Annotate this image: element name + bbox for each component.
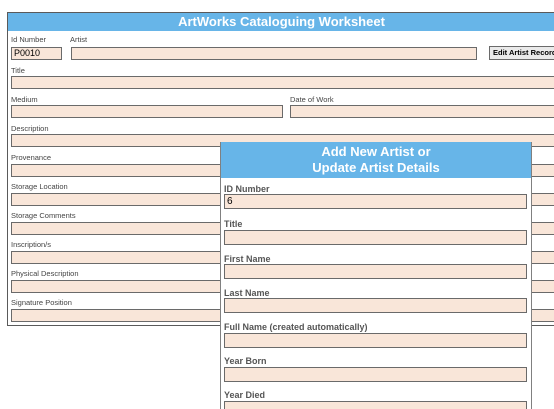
title-label: Title <box>11 66 25 75</box>
description-label: Description <box>11 124 49 133</box>
popup-first-name-field[interactable] <box>224 264 527 279</box>
popup-title-field[interactable] <box>224 230 527 245</box>
popup-year-born-field[interactable] <box>224 367 527 382</box>
date-of-work-field[interactable] <box>290 105 554 118</box>
title-field[interactable] <box>11 76 554 89</box>
worksheet-title: ArtWorks Cataloguing Worksheet <box>8 13 554 31</box>
medium-field[interactable] <box>11 105 283 118</box>
popup-full-name-label: Full Name (created automatically) <box>224 322 368 332</box>
popup-year-died-field[interactable] <box>224 401 527 409</box>
popup-year-born-label: Year Born <box>224 356 267 366</box>
id-number-label: Id Number <box>11 35 47 44</box>
popup-title-line2: Update Artist Details <box>312 160 440 175</box>
provenance-label: Provenance <box>11 153 52 162</box>
popup-last-name-field[interactable] <box>224 298 527 313</box>
popup-id-number-field[interactable]: 6 <box>224 194 527 209</box>
medium-label: Medium <box>11 95 38 104</box>
popup-id-number-label: ID Number <box>224 184 270 194</box>
date-of-work-label: Date of Work <box>290 95 334 104</box>
artist-field[interactable] <box>71 47 477 60</box>
physical-description-label: Physical Description <box>11 269 79 278</box>
id-number-field[interactable]: P0010 <box>11 47 62 60</box>
popup-first-name-label: First Name <box>224 254 271 264</box>
inscriptions-label: Inscription/s <box>11 240 52 249</box>
signature-position-label: Signature Position <box>11 298 72 307</box>
popup-last-name-label: Last Name <box>224 288 270 298</box>
storage-comments-label: Storage Comments <box>11 211 76 220</box>
popup-year-died-label: Year Died <box>224 390 266 400</box>
edit-artist-record-button[interactable]: Edit Artist Record <box>489 46 554 60</box>
popup-title: Add New Artist or Update Artist Details <box>221 142 531 178</box>
artist-label: Artist <box>70 35 88 44</box>
add-artist-popup: Add New Artist or Update Artist Details … <box>220 142 532 409</box>
storage-location-label: Storage Location <box>11 182 68 191</box>
popup-title-line1: Add New Artist or <box>321 144 431 159</box>
popup-full-name-field[interactable] <box>224 333 527 348</box>
popup-title-label: Title <box>224 219 243 229</box>
